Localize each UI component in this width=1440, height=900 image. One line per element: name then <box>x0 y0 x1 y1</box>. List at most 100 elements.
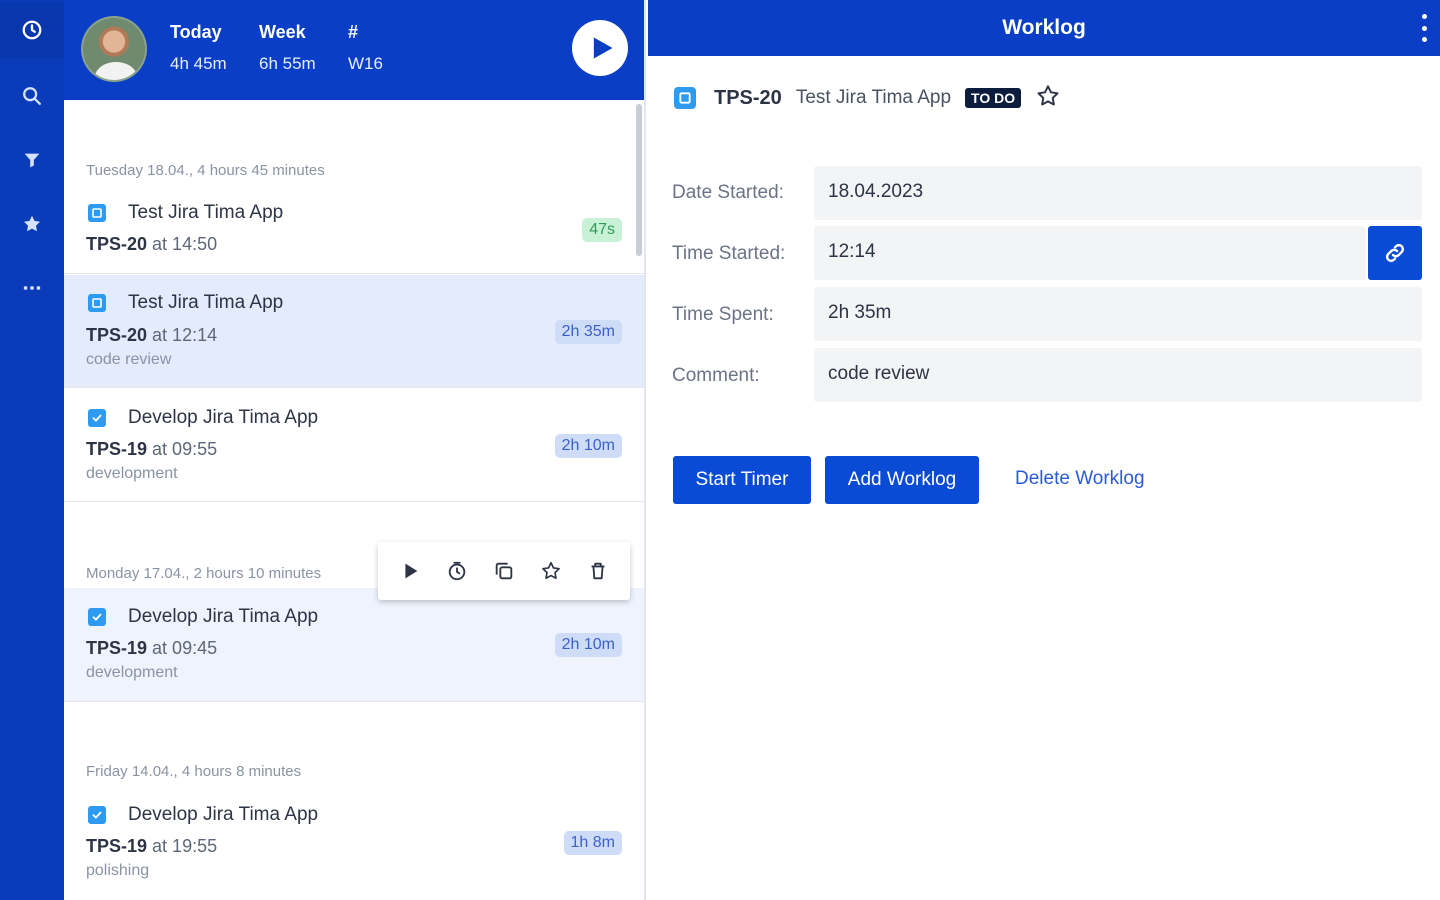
worklog-entry-selected[interactable]: Test Jira Tima App TPS-20 at 12:14 code … <box>64 275 644 388</box>
story-icon <box>674 87 696 109</box>
entry-actions-toolbar <box>378 542 630 600</box>
entry-issue-key: TPS-20 <box>86 325 148 345</box>
clock-icon <box>22 20 42 40</box>
week-label: Week <box>259 22 306 42</box>
week-value: 6h 55m <box>259 54 316 73</box>
copy-icon <box>495 562 513 580</box>
worklog-entry[interactable]: Develop Jira Tima App TPS-19 at 09:55 de… <box>64 389 644 502</box>
comment-label: Comment: <box>672 365 760 386</box>
week-number-stat: # W16 <box>348 22 383 74</box>
time-spent-label: Time Spent: <box>672 304 774 325</box>
date-started-label: Date Started: <box>672 182 784 203</box>
summary-header: Today 4h 45m Week 6h 55m # W16 <box>64 0 644 100</box>
status-badge: TO DO <box>965 88 1022 108</box>
week-number-value: W16 <box>348 54 383 73</box>
nav-search[interactable] <box>0 68 64 124</box>
entry-time: at 19:55 <box>152 836 218 856</box>
entry-summary: Develop Jira Tima App <box>128 606 319 627</box>
worklog-entry[interactable]: Develop Jira Tima App TPS-19 at 19:55 po… <box>64 786 644 900</box>
today-stat: Today 4h 45m <box>170 22 227 74</box>
task-icon <box>88 409 106 427</box>
worklog-entry[interactable]: Test Jira Tima App TPS-20 at 14:50 47s <box>64 192 644 274</box>
more-vertical-icon[interactable] <box>1422 14 1428 42</box>
task-icon <box>88 806 106 824</box>
entry-keyline: TPS-19 at 09:55 <box>86 439 217 460</box>
duration-badge: 2h 10m <box>554 633 622 657</box>
time-spent-field[interactable]: 2h 35m <box>814 287 1422 341</box>
start-entry-button[interactable] <box>396 557 424 585</box>
entry-keyline: TPS-19 at 19:55 <box>86 836 217 857</box>
duration-badge: 1h 8m <box>563 831 622 855</box>
time-started-label: Time Started: <box>672 243 786 264</box>
delete-worklog-link[interactable]: Delete Worklog <box>1015 468 1145 490</box>
nav-filter[interactable] <box>0 132 64 188</box>
entry-time: at 09:55 <box>152 439 218 459</box>
entry-summary: Develop Jira Tima App <box>128 804 319 825</box>
entry-keyline: TPS-20 at 14:50 <box>86 234 217 255</box>
star-outline-icon <box>542 561 561 580</box>
play-icon <box>405 563 417 579</box>
duplicate-button[interactable] <box>490 557 518 585</box>
group-title-friday: Friday 14.04., 4 hours 8 minutes <box>86 763 302 780</box>
nav-rail <box>0 0 64 900</box>
entry-time: at 12:14 <box>152 325 218 345</box>
filter-icon <box>24 153 40 168</box>
more-horizontal-icon <box>23 286 41 290</box>
story-icon <box>88 294 106 312</box>
page-title: Worklog <box>1002 16 1086 39</box>
duration-badge: 2h 10m <box>554 434 622 458</box>
duration-badge: 47s <box>582 218 622 242</box>
entry-comment: development <box>86 465 178 482</box>
worklog-detail-panel: Worklog TPS-20 Test Jira Tima App TO DO … <box>648 0 1440 900</box>
issue-summary-line: TPS-20 Test Jira Tima App TO DO <box>674 84 1061 112</box>
entry-keyline: TPS-20 at 12:14 <box>86 325 217 346</box>
start-timer-play-button[interactable] <box>572 20 628 76</box>
start-timer-button[interactable]: Start Timer <box>673 456 811 504</box>
entry-issue-key: TPS-19 <box>86 836 148 856</box>
date-started-field[interactable]: 18.04.2023 <box>814 166 1422 220</box>
entry-issue-key: TPS-20 <box>86 234 148 254</box>
favorite-star-icon[interactable] <box>1035 83 1061 114</box>
week-number-label: # <box>348 22 359 42</box>
play-icon <box>593 37 613 59</box>
entry-issue-key: TPS-19 <box>86 439 148 459</box>
entry-summary: Develop Jira Tima App <box>128 407 319 428</box>
today-value: 4h 45m <box>170 54 227 73</box>
task-icon <box>88 608 106 626</box>
favorite-button[interactable] <box>537 557 565 585</box>
star-icon <box>23 215 41 232</box>
avatar[interactable] <box>81 16 147 82</box>
link-time-button[interactable] <box>1368 226 1422 280</box>
nav-favorites[interactable] <box>0 196 64 252</box>
issue-name: Test Jira Tima App <box>795 87 952 108</box>
entry-comment: development <box>86 664 178 681</box>
timer-button[interactable] <box>443 557 471 585</box>
comment-field[interactable]: code review <box>814 348 1422 402</box>
time-started-field[interactable]: 12:14 <box>814 226 1366 280</box>
nav-more[interactable] <box>0 260 64 316</box>
week-stat: Week 6h 55m <box>259 22 316 74</box>
search-icon <box>23 87 41 105</box>
entry-comment: code review <box>86 351 172 368</box>
add-worklog-button[interactable]: Add Worklog <box>825 456 979 504</box>
nav-timer[interactable] <box>0 2 64 58</box>
link-icon <box>1385 243 1405 263</box>
worklog-list-panel: Today 4h 45m Week 6h 55m # W16 Tuesday 1… <box>64 0 646 900</box>
worklog-entry-hovered[interactable]: Develop Jira Tima App TPS-19 at 09:45 de… <box>64 588 644 702</box>
issue-key[interactable]: TPS-20 <box>714 87 782 110</box>
group-title-tuesday: Tuesday 18.04., 4 hours 45 minutes <box>86 162 325 179</box>
story-icon <box>88 204 106 222</box>
entry-keyline: TPS-19 at 09:45 <box>86 638 217 659</box>
entry-summary: Test Jira Tima App <box>128 202 284 223</box>
trash-icon <box>591 562 605 580</box>
entry-issue-key: TPS-19 <box>86 638 148 658</box>
today-label: Today <box>170 22 222 42</box>
entry-time: at 09:45 <box>152 638 218 658</box>
delete-button[interactable] <box>584 557 612 585</box>
detail-header: Worklog <box>648 0 1440 56</box>
entry-time: at 14:50 <box>152 234 218 254</box>
stopwatch-icon <box>448 561 466 581</box>
duration-badge: 2h 35m <box>554 320 622 344</box>
entry-summary: Test Jira Tima App <box>128 292 284 313</box>
entry-comment: polishing <box>86 862 150 879</box>
